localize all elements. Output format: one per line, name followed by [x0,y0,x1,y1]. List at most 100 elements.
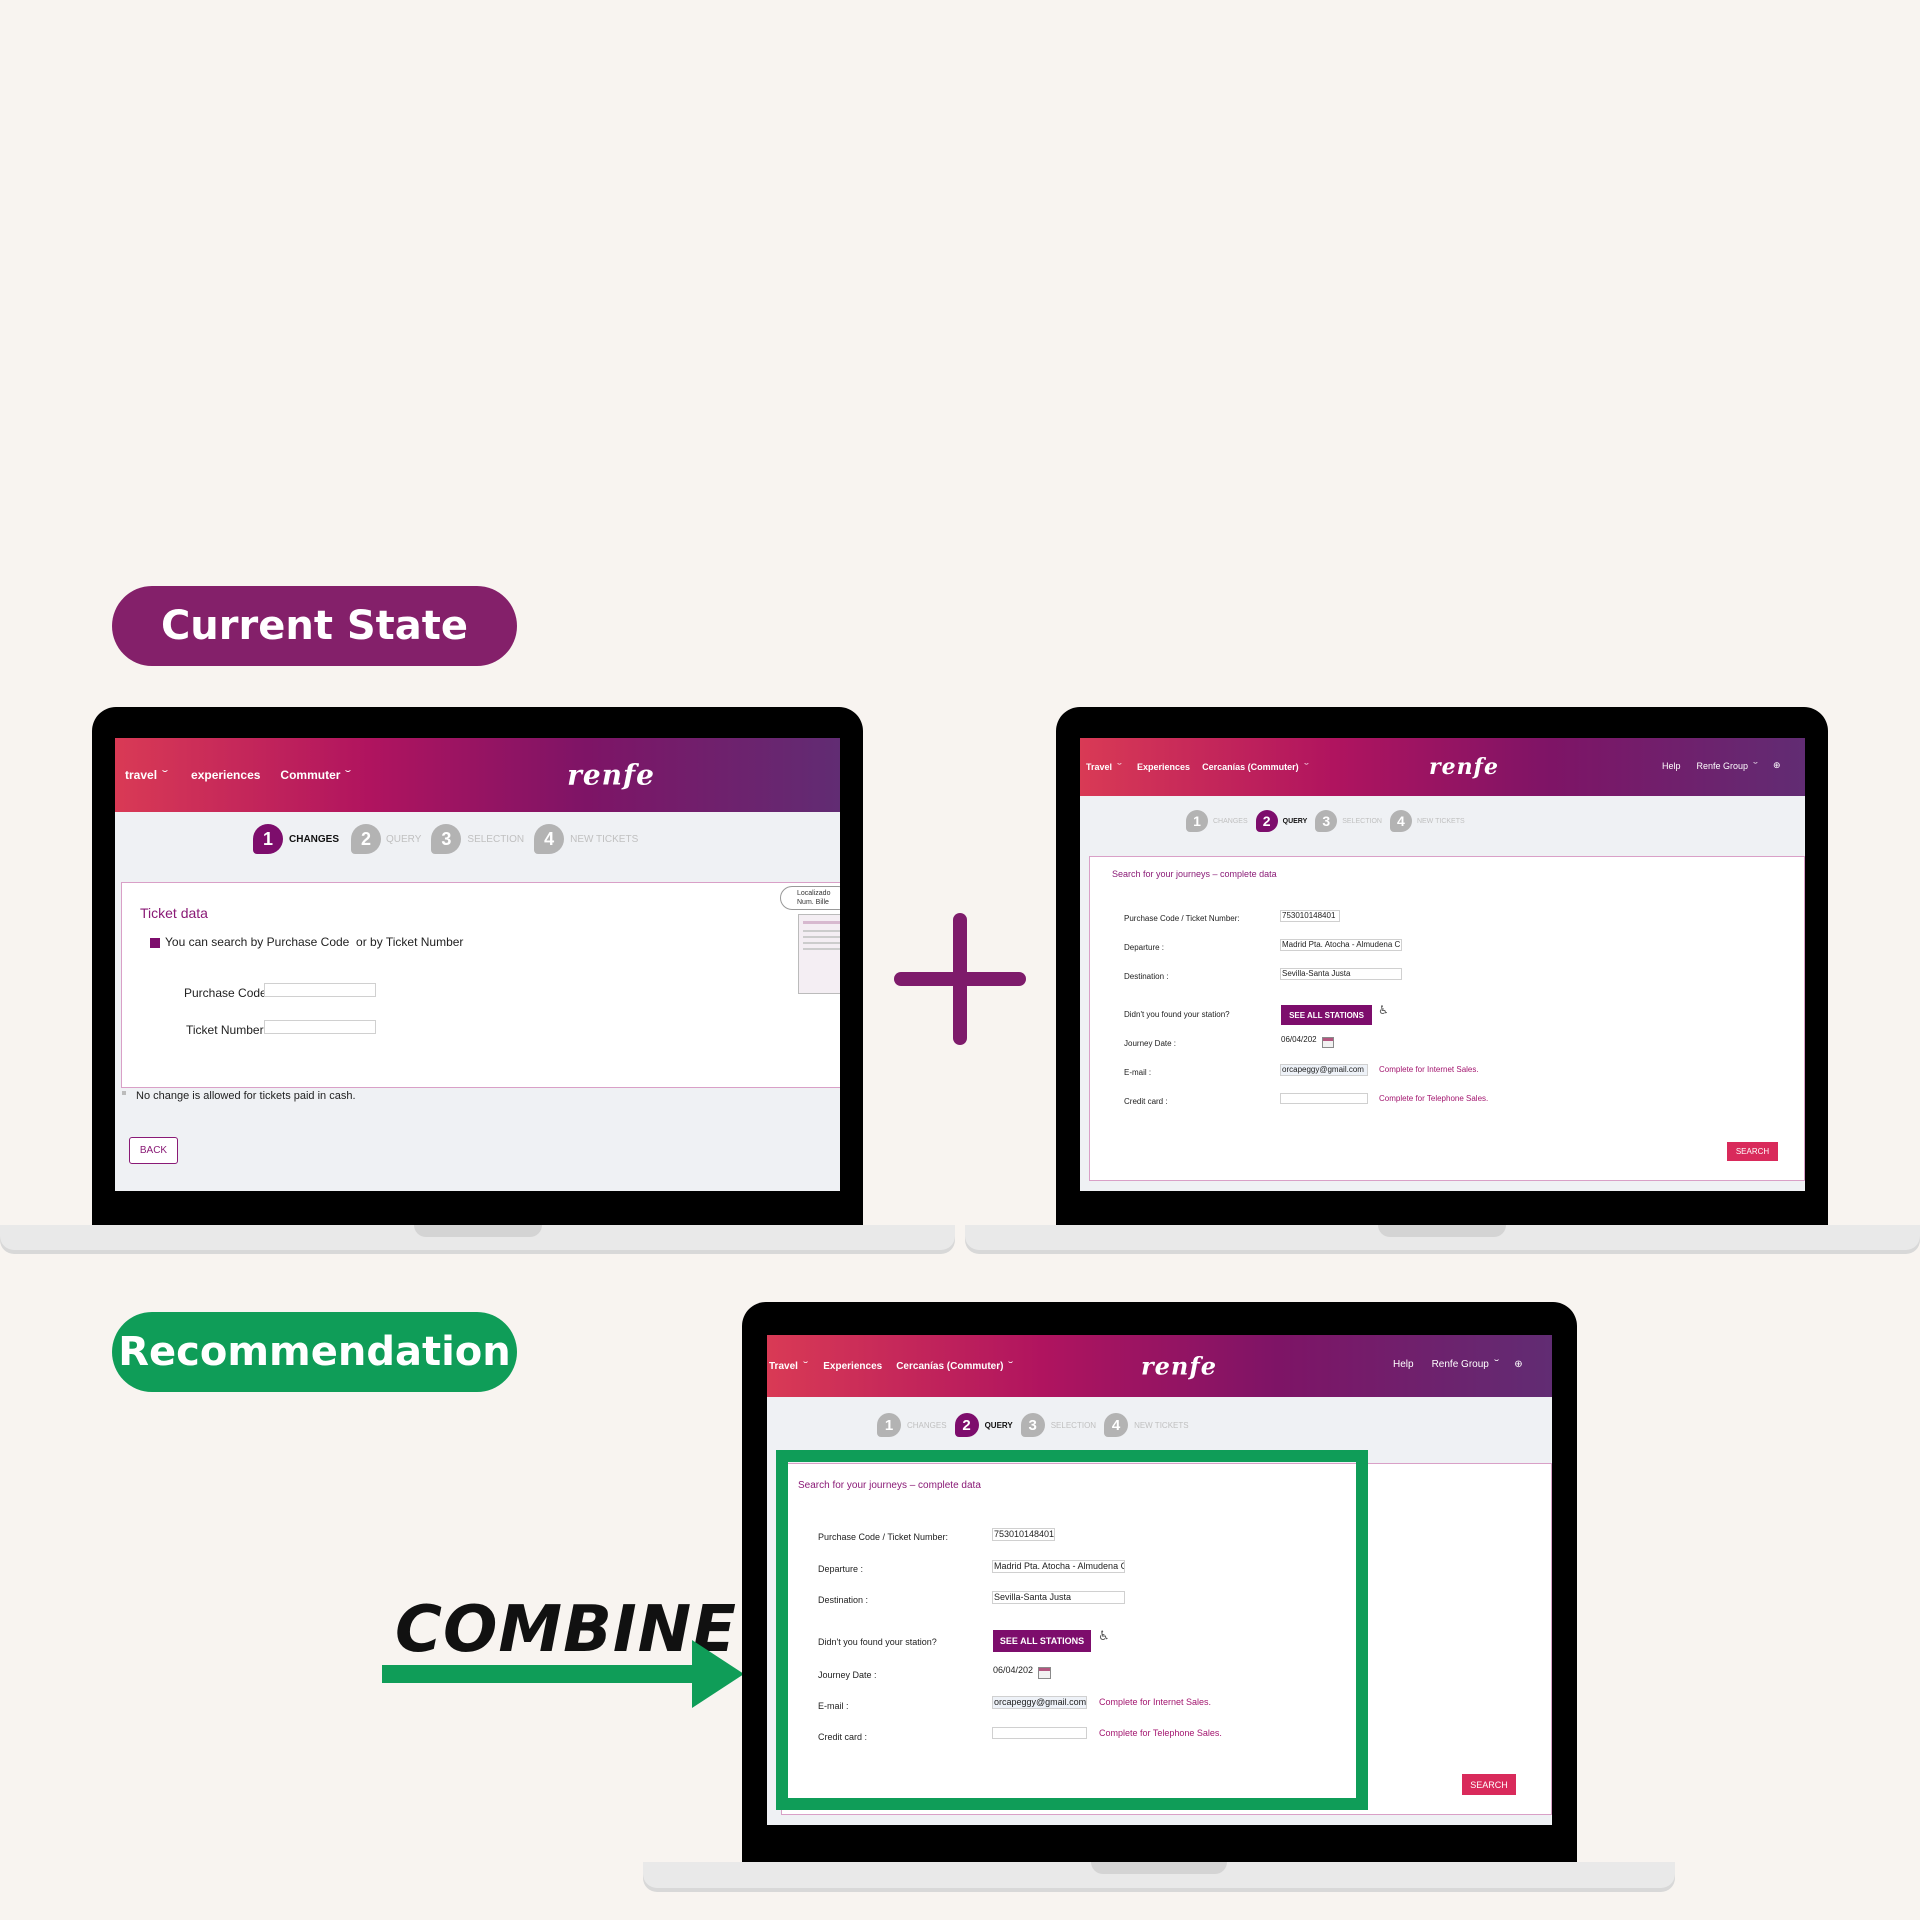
laptop-notch [1378,1225,1506,1237]
step-label: CHANGES [907,1420,947,1430]
chevron-down-icon: ˇ [1117,762,1122,772]
step-new-tickets: 4 NEW TICKETS [1104,1413,1189,1437]
globe-icon[interactable]: ⊕ [1514,1359,1522,1370]
step-query: 2 QUERY [1255,810,1308,832]
screen-query: Travel ˇ Experiences Cercanías (Commuter)… [1080,738,1805,1191]
nav-help[interactable]: Help [1662,761,1681,771]
nav-right: Help Renfe Group ˇ ⊕ [1662,760,1781,771]
ticket-example-image: Localizado Num. Bille [780,886,840,996]
ticket-data-title: Ticket data [140,905,208,921]
step-number: 4 [1104,1413,1129,1437]
chevron-down-icon: ˇ [162,768,169,782]
nav-renfe-group[interactable]: Renfe Group ˇ [1432,1359,1499,1370]
station-question-label: Didn't you found your station? [1124,1010,1230,1019]
calendar-icon[interactable] [1322,1037,1334,1048]
search-button[interactable]: SEARCH [1727,1142,1778,1161]
step-number: 2 [954,1413,979,1437]
chevron-down-icon: ˇ [1303,762,1309,772]
chevron-down-icon: ˇ [1753,760,1758,771]
nav-help[interactable]: Help [1393,1359,1414,1370]
top-nav: Travel ˇ Experiences Cercanías (Commuter)… [1080,738,1805,796]
step-changes: 1 CHANGES [253,824,339,854]
step-number: 3 [431,824,462,854]
email-input[interactable]: orcapeggy@gmail.com [1280,1064,1368,1076]
renfe-logo[interactable]: renfe [1429,754,1499,780]
code-input[interactable]: 753010148401 [1280,910,1340,922]
step-label: QUERY [1282,817,1308,825]
step-new-tickets: 4 NEW TICKETS [1389,810,1465,832]
departure-label: Departure : [1124,943,1165,952]
query-form-panel: Search for your journeys – complete data… [1089,856,1805,1181]
step-label: NEW TICKETS [570,833,639,845]
email-label: E-mail : [1124,1068,1152,1077]
wheelchair-icon[interactable]: ♿ [1378,1003,1389,1017]
step-number: 1 [253,824,283,854]
telephone-sales-link[interactable]: Complete for Telephone Sales. [1379,1094,1488,1103]
departure-input[interactable]: Madrid Pta. Atocha - Almudena C [1280,939,1402,951]
ticket-number-label: Ticket Number: [186,1023,267,1037]
journey-date-label: Journey Date : [1124,1039,1177,1048]
step-query: 2 QUERY [351,824,421,854]
purchase-code-input[interactable] [264,983,376,997]
laptop-notch [414,1225,542,1237]
code-label: Purchase Code / Ticket Number: [1124,914,1240,923]
ticket-number-input[interactable] [264,1020,376,1034]
nav-experiences[interactable]: Experiences [823,1361,882,1372]
nav-experiences[interactable]: experiences [191,768,260,782]
progress-steps: 1 CHANGES 2 QUERY 3 SELECTION 4 NEW TICK… [1186,810,1465,832]
step-label: QUERY [386,833,422,845]
chevron-down-icon: ˇ [345,768,352,782]
destination-input[interactable]: Sevilla-Santa Justa [1280,968,1402,980]
step-label: NEW TICKETS [1416,817,1465,825]
nav-travel[interactable]: Travel ˇ [1086,762,1122,772]
step-number: 4 [534,824,565,854]
step-label: NEW TICKETS [1134,1420,1189,1430]
combine-label: COMBINE [395,1593,737,1667]
top-nav: Travel ˇ Experiences Cercanías (Commuter)… [767,1335,1552,1397]
purchase-code-label: Purchase Code: [184,986,271,1000]
step-query: 2 QUERY [954,1413,1013,1437]
step-label: CHANGES [289,833,340,845]
laptop-notch [1091,1862,1227,1874]
recommendation-label: Recommendation [112,1312,517,1392]
nav-travel[interactable]: travel ˇ [125,768,169,782]
notice-bullet [122,1091,126,1095]
renfe-logo[interactable]: renfe [567,759,655,792]
step-changes: 1 CHANGES [1186,810,1248,832]
step-new-tickets: 4 NEW TICKETS [534,824,638,854]
back-button[interactable]: BACK [129,1137,178,1164]
step-selection: 3 SELECTION [1020,1413,1096,1437]
renfe-logo[interactable]: renfe [1141,1352,1217,1381]
credit-card-input[interactable] [1280,1093,1368,1104]
step-label: QUERY [984,1420,1013,1430]
step-label: CHANGES [1213,817,1248,825]
ticket-data-panel: Ticket data You can search by Purchase C… [121,882,840,1088]
step-number: 2 [1255,810,1278,832]
credit-card-label: Credit card : [1124,1097,1168,1106]
recommended-highlight-frame [776,1450,1368,1810]
top-nav: travel ˇ experiences Commuter ˇ renfe [115,738,840,812]
current-state-label: Current State [112,586,517,666]
screen-ticket-data: travel ˇ experiences Commuter ˇ renfe 1 CH… [115,738,840,1191]
nav-commuter[interactable]: Cercanías (Commuter) ˇ [1202,762,1308,772]
nav-commuter[interactable]: Commuter ˇ [280,768,352,782]
step-selection: 3 SELECTION [1315,810,1382,832]
chevron-down-icon: ˇ [803,1360,809,1372]
see-all-stations-button[interactable]: SEE ALL STATIONS [1281,1005,1372,1025]
search-button[interactable]: SEARCH [1462,1774,1516,1795]
nav-commuter[interactable]: Cercanías (Commuter) ˇ [896,1361,1013,1372]
step-label: SELECTION [467,833,525,845]
globe-icon[interactable]: ⊕ [1773,760,1781,771]
step-number: 1 [877,1413,901,1437]
chevron-down-icon: ˇ [1008,1360,1014,1372]
internet-sales-link[interactable]: Complete for Internet Sales. [1379,1065,1479,1074]
plus-icon-bar [894,972,1026,986]
progress-steps: 1 CHANGES 2 QUERY 3 SELECTION 4 NEW TICK… [253,824,638,854]
step-selection: 3 SELECTION [431,824,524,854]
step-label: SELECTION [1342,817,1382,825]
nav-travel[interactable]: Travel ˇ [769,1360,809,1372]
journey-date-input[interactable]: 06/04/202 [1280,1035,1322,1047]
nav-renfe-group[interactable]: Renfe Group ˇ [1697,761,1758,771]
nav-experiences[interactable]: Experiences [1137,762,1190,772]
nav-right: Help Renfe Group ˇ ⊕ [1393,1359,1523,1370]
